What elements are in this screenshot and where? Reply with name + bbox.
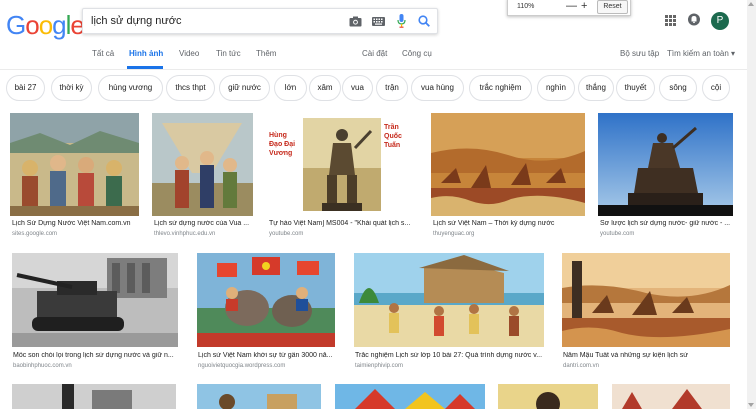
result-source: youtube.com [600, 231, 635, 237]
google-images-page: Google lịch sử dựng nước 110% — + Reset [0, 0, 756, 409]
apps-grid-icon[interactable] [665, 15, 676, 26]
chip[interactable]: cội [702, 75, 730, 101]
poster-text-right: Trần Quốc Tuấn [384, 124, 402, 149]
notifications-icon[interactable] [688, 13, 700, 26]
chip[interactable]: trận [376, 75, 408, 101]
result-source: sites.google.com [12, 231, 58, 237]
chip[interactable]: bài 27 [6, 75, 45, 101]
result-title[interactable]: Trắc nghiệm Lịch sử lớp 10 bài 27: Quá t… [355, 352, 544, 359]
result-title[interactable]: Lịch Sử Dựng Nước Việt Nam.com.vn [12, 220, 139, 227]
chip[interactable]: thuyết [616, 75, 655, 101]
result-source: nguoivietquocgia.wordpress.com [198, 363, 286, 369]
safe-search-toggle[interactable]: Tìm kiếm an toàn ▾ [667, 49, 735, 58]
tab-tools[interactable]: Công cụ [402, 49, 432, 58]
collections-link[interactable]: Bộ sưu tập [620, 49, 659, 58]
logo-letter: o [38, 10, 54, 40]
chip[interactable]: vua hùng [411, 75, 464, 101]
poster-text-left: Hùng Đạo Đại Vương [269, 132, 296, 157]
zoom-reset-button[interactable]: Reset [597, 0, 628, 14]
result-source: taimienphivip.com [355, 363, 404, 369]
zoom-out-button[interactable]: — [566, 0, 577, 12]
chip[interactable]: thắng [578, 75, 614, 101]
chip[interactable]: vua [342, 75, 373, 101]
camera-icon[interactable] [348, 13, 362, 29]
result-thumbnail[interactable] [152, 113, 253, 216]
result-source: baobinhphuoc.com.vn [13, 363, 72, 369]
tabs-divider [0, 69, 756, 70]
result-title[interactable]: Lịch sử dựng nước của Vua ... [154, 220, 253, 227]
scroll-up-arrow-icon[interactable] [748, 2, 754, 6]
result-thumbnail[interactable] [612, 384, 730, 409]
result-thumbnail[interactable] [197, 253, 335, 347]
result-title[interactable]: Năm Mậu Tuất và những sự kiện lịch sử [563, 352, 730, 359]
result-source: dantri.com.vn [563, 363, 600, 369]
chip[interactable]: lớn [274, 75, 307, 101]
tab-all[interactable]: Tất cả [92, 49, 114, 58]
chip[interactable]: giữ nước [219, 75, 270, 101]
scroll-down-arrow-icon[interactable] [748, 403, 754, 407]
keyboard-icon[interactable] [371, 13, 385, 29]
result-thumbnail[interactable] [12, 384, 176, 409]
tab-videos[interactable]: Video [179, 49, 199, 58]
search-input[interactable]: lịch sử dựng nước [91, 15, 181, 27]
logo-letter: G [6, 10, 26, 40]
tab-images[interactable]: Hình ảnh [129, 49, 163, 58]
result-source: thlevo.vinhphuc.edu.vn [154, 231, 216, 237]
zoom-level: 110% [517, 3, 535, 10]
vertical-scrollbar[interactable] [747, 0, 756, 409]
tab-settings[interactable]: Cài đặt [362, 49, 387, 58]
avatar[interactable]: P [711, 12, 729, 30]
result-thumbnail[interactable] [354, 253, 544, 347]
result-title[interactable]: Lịch sử Việt Nam – Thời kỳ dựng nước [433, 220, 585, 227]
logo-letter: o [25, 10, 40, 40]
chip[interactable]: trắc nghiệm [469, 75, 532, 101]
zoom-in-button[interactable]: + [581, 0, 587, 12]
chip[interactable]: thời kỳ [51, 75, 92, 101]
chip[interactable]: sông [659, 75, 697, 101]
result-thumbnail[interactable] [335, 384, 485, 409]
chip[interactable]: hùng vương [98, 75, 163, 101]
result-thumbnail[interactable] [562, 253, 730, 347]
result-thumbnail[interactable] [431, 113, 585, 216]
result-thumbnail[interactable] [10, 113, 139, 216]
result-thumbnail[interactable] [197, 384, 321, 409]
tab-more[interactable]: Thêm [256, 49, 276, 58]
search-icons [348, 13, 431, 29]
result-title[interactable]: Mốc son chói lọi trong lịch sử dựng nước… [13, 352, 178, 359]
result-title[interactable]: Sơ lược lịch sử dựng nước- giữ nước - ..… [600, 220, 733, 227]
search-tabs: Tất cả Hình ảnh Video Tin tức Thêm Cài đ… [0, 49, 756, 67]
chip[interactable]: xâm [309, 75, 341, 101]
result-source: thuyenguac.org [433, 231, 475, 237]
logo-letter: g [52, 10, 67, 40]
result-title[interactable]: Lịch sử Việt Nam khởi sự từ gần 3000 nă.… [198, 352, 335, 359]
google-logo[interactable]: Google [6, 10, 85, 41]
microphone-icon[interactable] [394, 13, 408, 29]
result-thumbnail[interactable] [12, 253, 178, 347]
result-source: youtube.com [269, 231, 304, 237]
tab-news[interactable]: Tin tức [216, 49, 241, 58]
chip[interactable]: thcs thpt [166, 75, 215, 101]
search-box[interactable]: lịch sử dựng nước [82, 8, 438, 34]
search-icon[interactable] [417, 13, 431, 29]
result-thumbnail[interactable] [598, 113, 733, 216]
result-title[interactable]: Tự hào Việt Nam] MS004 - "Khái quát lịch… [269, 220, 417, 227]
chip[interactable]: nghìn [537, 75, 575, 101]
zoom-popup: 110% — + Reset [507, 0, 631, 16]
result-thumbnail[interactable]: Hùng Đạo Đại Vương Trần Quốc Tuấn [267, 113, 417, 216]
result-thumbnail[interactable] [498, 384, 598, 409]
